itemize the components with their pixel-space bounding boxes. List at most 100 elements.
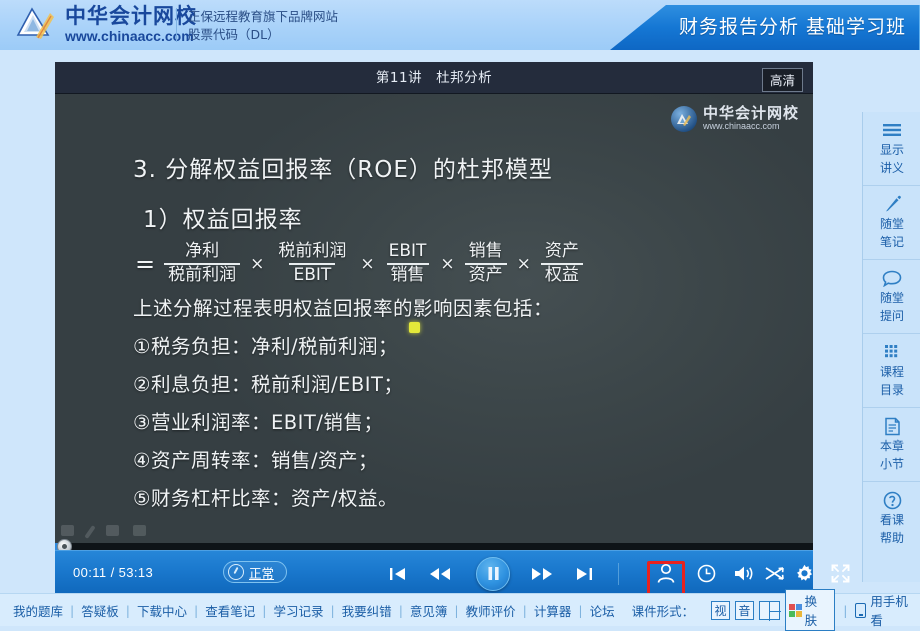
eraser-icon[interactable] (61, 525, 74, 536)
previous-lecture-button[interactable] (380, 551, 414, 596)
footer-link-teacher-rating[interactable]: 教师评价 (459, 601, 523, 620)
annotation-tools[interactable] (61, 525, 146, 539)
rewind-button[interactable] (423, 551, 457, 596)
chinaacc-logo-icon (14, 5, 56, 43)
playback-speed-label: 正常 (249, 565, 275, 581)
formula-term-2-numerator: 税前利润 (278, 241, 347, 261)
formula-times-1: × (250, 253, 265, 274)
fast-forward-button[interactable] (525, 551, 559, 596)
footer-link-study-record[interactable]: 学习记录 (266, 601, 330, 620)
playback-speed-button[interactable]: 正常 (223, 561, 288, 583)
sidebar-item-handouts-label-2: 讲义 (879, 161, 904, 175)
gear-icon (796, 564, 812, 581)
pencil-icon (883, 194, 902, 214)
logo-text: 中华会计网校 www.chinaacc.com (65, 3, 197, 43)
formula-term-3-denominator: 销售 (386, 262, 429, 286)
format-audio-button[interactable]: 音 (734, 600, 754, 620)
help-icon (883, 490, 902, 510)
formula-term-2-denominator: EBIT (289, 262, 336, 286)
pause-button-circle[interactable] (476, 556, 510, 591)
hd-quality-badge[interactable]: 高清 (761, 68, 803, 92)
pause-button[interactable] (470, 551, 516, 596)
comment-icon (882, 268, 902, 288)
sidebar-item-handouts[interactable]: 显示 讲义 (863, 112, 920, 186)
sidebar-item-notes-label-2: 笔记 (879, 235, 904, 249)
slide-heading-1: 3. 分解权益回报率（ROE）的杜邦模型 (133, 157, 553, 183)
formula-term-5: 资产 权益 (540, 241, 583, 286)
controls-divider (618, 563, 619, 585)
mobile-view-label: 用手机看 (870, 594, 908, 628)
roe-formula: = 净利 税前利润 × 税前利润 EBIT × EBIT 销售 × 销售 资产 … (135, 241, 583, 286)
formula-times-4: × (516, 253, 531, 274)
formula-term-1: 净利 税前利润 (164, 241, 241, 285)
sidebar-item-catalog-label-2: 目录 (879, 383, 904, 397)
rectangle-icon[interactable] (106, 525, 119, 536)
person-icon (657, 563, 675, 583)
footer-link-forum[interactable]: 论坛 (583, 601, 622, 620)
sidebar-item-questions-label-2: 提问 (879, 309, 904, 323)
header-divider (176, 8, 177, 42)
footer-link-download-center[interactable]: 下载中心 (130, 601, 194, 620)
split-view-icon[interactable] (758, 600, 781, 621)
teacher-profile-button[interactable] (647, 551, 685, 596)
sidebar-item-summary-label-2: 小节 (879, 457, 904, 471)
footer-link-qa-board[interactable]: 答疑板 (74, 601, 126, 620)
slide-list-item: ④资产周转率：销售/资产； (133, 449, 379, 472)
slide-list-item: ⑤财务杠杆比率：资产/权益。 (133, 487, 399, 510)
sidebar-item-catalog-label-1: 课程 (879, 365, 904, 379)
footer-link-calculator[interactable]: 计算器 (527, 601, 579, 620)
grid-icon (884, 342, 901, 362)
sidebar-item-summary[interactable]: 本章 小节 (863, 408, 920, 482)
formula-term-4: 销售 资产 (464, 241, 507, 286)
sidebar-item-catalog[interactable]: 课程 目录 (863, 334, 920, 408)
slide-heading-2: 1）权益回报率 (143, 207, 303, 233)
slide-intro-line: 上述分解过程表明权益回报率的影响因素包括： (133, 297, 554, 320)
video-player[interactable]: 第11讲 杜邦分析 高清 中华会计网校 www.chinaacc.com 3. … (55, 62, 849, 597)
slide-content: 3. 分解权益回报率（ROE）的杜邦模型 1）权益回报率 = 净利 税前利润 ×… (55, 94, 813, 543)
volume-icon (734, 566, 752, 581)
formula-term-5-denominator: 权益 (540, 262, 583, 286)
format-video-button[interactable]: 视 (711, 600, 730, 620)
site-logo[interactable]: 中华会计网校 www.chinaacc.com (14, 5, 197, 43)
footer-bar: 我的题库 | 答疑板 | 下载中心 | 查看笔记 | 学习记录 | 我要纠错 |… (0, 589, 920, 631)
footer-link-feedback[interactable]: 意见簿 (403, 601, 455, 620)
formula-term-3-numerator: EBIT (388, 241, 427, 261)
footer-link-report-error[interactable]: 我要纠错 (335, 601, 399, 620)
site-header: 中华会计网校 www.chinaacc.com 正保远程教育旗下品牌网站 股票代… (0, 0, 920, 50)
sidebar-item-questions[interactable]: 随堂 提问 (863, 260, 920, 334)
sidebar-item-notes[interactable]: 随堂 笔记 (863, 186, 920, 260)
sidebar-item-help[interactable]: 看课 帮助 (863, 482, 920, 555)
footer-link-view-notes[interactable]: 查看笔记 (198, 601, 262, 620)
slide-list-item: ②利息负担：税前利润/EBIT； (133, 373, 404, 396)
highlighter-icon[interactable] (133, 525, 146, 536)
time-display: 00:11 / 53:13 (73, 565, 154, 580)
phone-icon (855, 602, 867, 618)
slide-list-item: ①税务负担：净利/税前利润； (133, 335, 399, 358)
shuffle-icon (765, 567, 784, 580)
speedometer-icon (228, 564, 244, 580)
next-lecture-button[interactable] (567, 551, 601, 596)
formula-term-4-denominator: 资产 (464, 262, 507, 286)
formula-term-2: 税前利润 EBIT (274, 241, 350, 286)
change-skin-label: 换肤 (804, 594, 818, 628)
laser-pointer-cursor (409, 322, 420, 333)
logo-title: 中华会计网校 (65, 3, 197, 28)
footer-separator: | (843, 602, 848, 618)
progress-bar[interactable] (55, 539, 813, 554)
slide-list-item: ③营业利润率：EBIT/销售； (133, 411, 384, 434)
formula-times-3: × (440, 253, 455, 274)
skip-next-icon (576, 567, 592, 580)
fullscreen-icon (831, 564, 849, 583)
change-skin-button[interactable]: 换肤 (784, 589, 836, 631)
sidebar-item-help-label-2: 帮助 (879, 531, 904, 545)
fast-forward-icon (532, 567, 552, 580)
clock-icon (697, 564, 715, 583)
mobile-view-button[interactable]: 用手机看 (855, 591, 920, 629)
sidebar-item-help-label-1: 看课 (879, 513, 904, 527)
footer-link-question-bank[interactable]: 我的题库 (6, 601, 70, 620)
pen-icon[interactable] (84, 525, 96, 539)
formula-times-2: × (360, 253, 375, 274)
video-canvas[interactable]: 中华会计网校 www.chinaacc.com 3. 分解权益回报率（ROE）的… (55, 94, 813, 543)
formula-term-3: EBIT 销售 (385, 241, 431, 286)
menu-icon (882, 120, 902, 140)
